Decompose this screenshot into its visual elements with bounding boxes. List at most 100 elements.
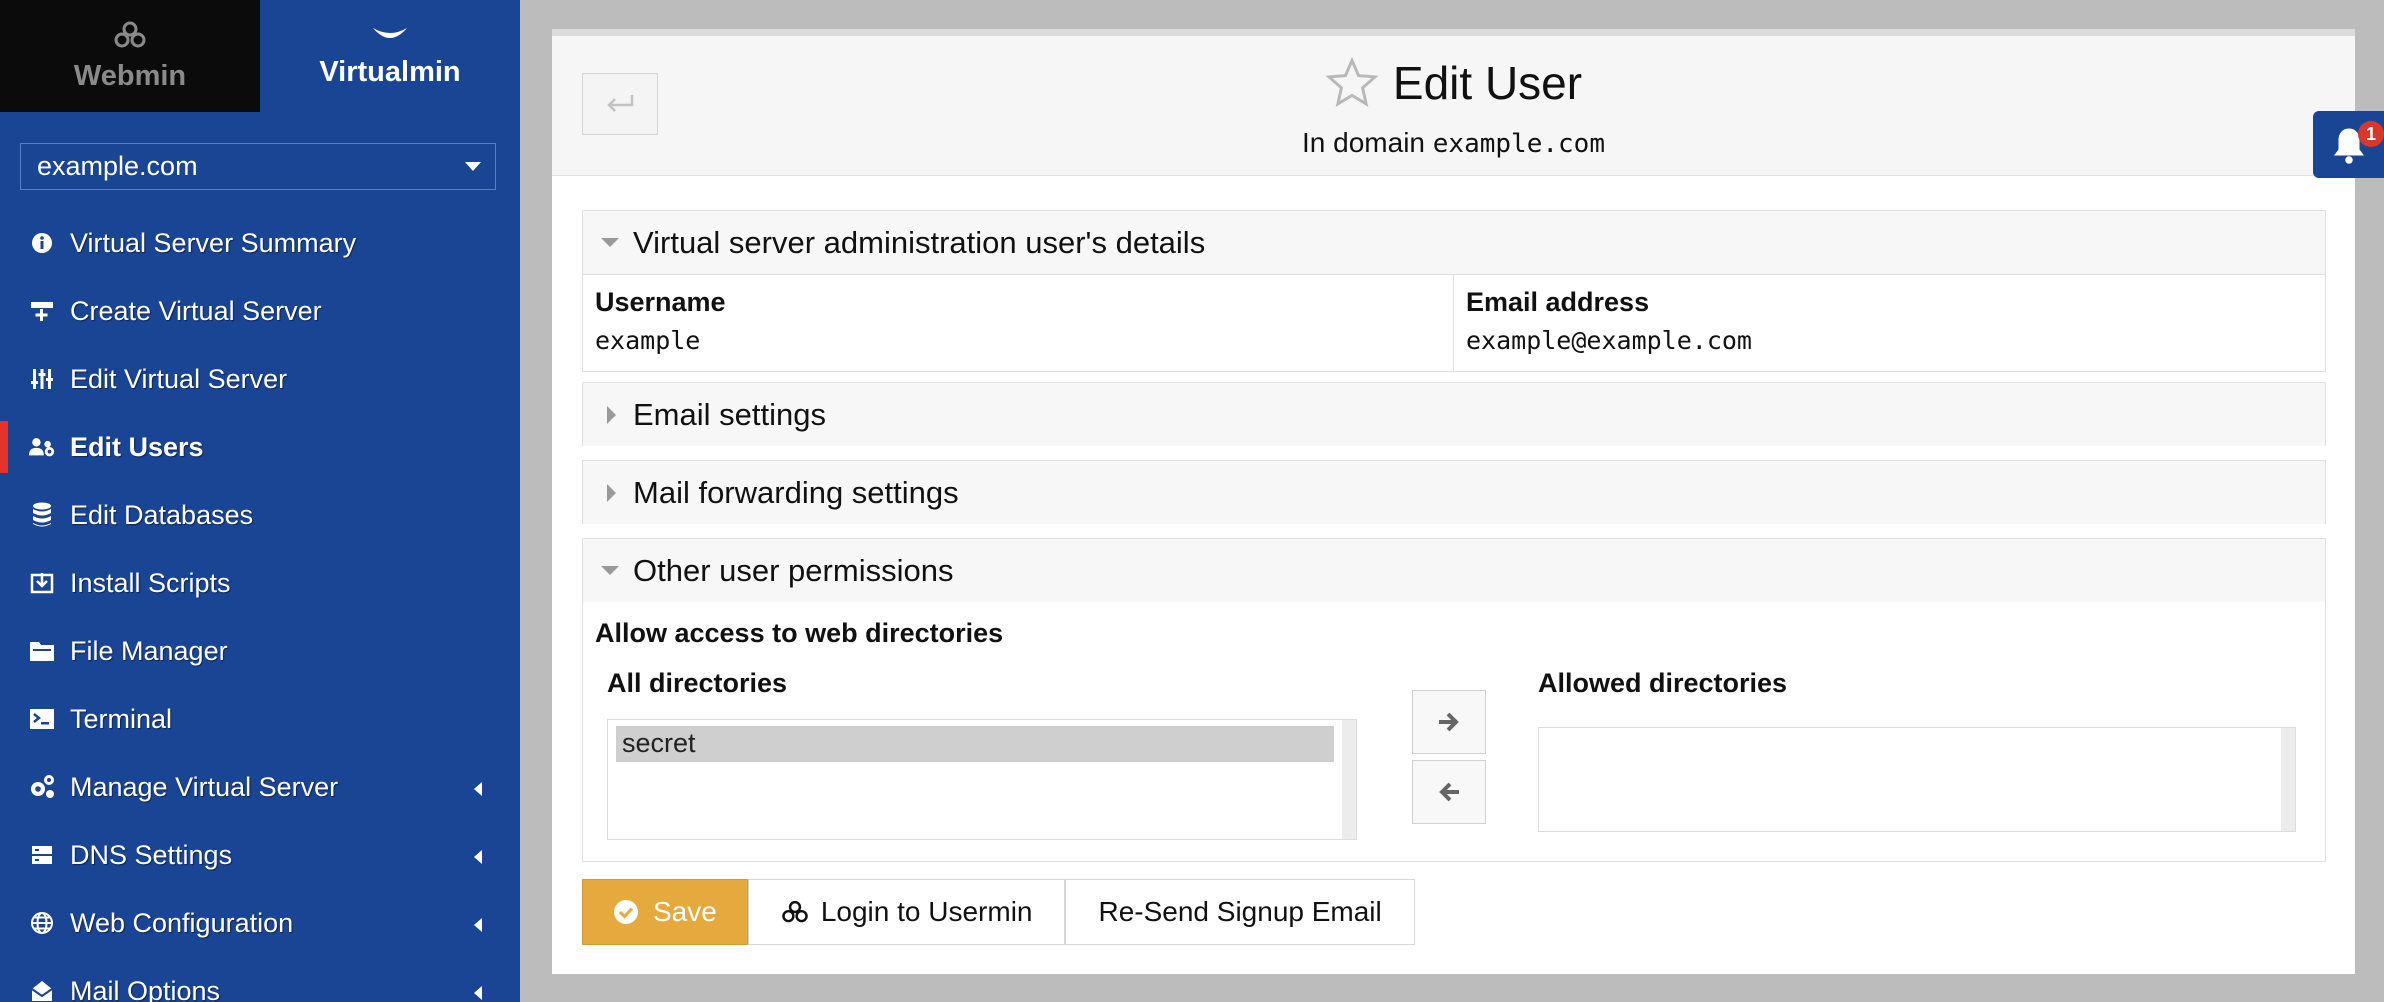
section-user-permissions: Other user permissions Allow access to w… bbox=[582, 538, 2326, 862]
section-user-details: Virtual server administration user's det… bbox=[582, 210, 2326, 372]
globe-icon bbox=[28, 909, 56, 937]
gears-icon bbox=[28, 773, 56, 801]
page-subtitle: In domain example.com bbox=[552, 127, 2355, 159]
sidebar-item-edit-users[interactable]: Edit Users bbox=[0, 413, 520, 481]
section-header-mail-forwarding[interactable]: Mail forwarding settings bbox=[583, 461, 2325, 524]
notification-count-badge: 1 bbox=[2358, 121, 2384, 147]
info-icon bbox=[28, 229, 56, 257]
title-row: Edit User bbox=[552, 56, 2355, 110]
subtitle-domain: example.com bbox=[1432, 129, 1605, 159]
username-cell: Username example bbox=[583, 275, 1454, 371]
resend-signup-button[interactable]: Re-Send Signup Email bbox=[1065, 879, 1415, 945]
folder-icon bbox=[28, 637, 56, 665]
allowed-dirs-list[interactable] bbox=[1538, 727, 2296, 832]
sidebar-item-label: Edit Virtual Server bbox=[70, 363, 288, 394]
subtitle-prefix: In domain bbox=[1302, 127, 1425, 158]
section-header-email-settings[interactable]: Email settings bbox=[583, 383, 2325, 446]
install-icon bbox=[28, 569, 56, 597]
username-value: example bbox=[595, 326, 701, 355]
save-label: Save bbox=[653, 896, 717, 927]
sidebar-item-label: Install Scripts bbox=[70, 567, 231, 598]
sidebar-item-label: Web Configuration bbox=[70, 907, 294, 938]
chevron-left-icon bbox=[474, 918, 482, 932]
sidebar-item-terminal[interactable]: Terminal bbox=[0, 685, 520, 753]
chevron-left-icon bbox=[474, 986, 482, 1000]
section-header-user-details[interactable]: Virtual server administration user's det… bbox=[583, 211, 2325, 274]
sidebar-item-label: Create Virtual Server bbox=[70, 295, 322, 326]
arrow-right-icon bbox=[1439, 712, 1459, 732]
sidebar-item-dns-settings[interactable]: DNS Settings bbox=[0, 821, 520, 889]
virtualmin-logo-icon bbox=[373, 27, 407, 38]
save-button[interactable]: Save bbox=[582, 879, 748, 945]
domain-select-value: example.com bbox=[37, 151, 198, 181]
notifications-button[interactable]: 1 bbox=[2313, 111, 2384, 178]
sidebar-item-manage-virtual-server[interactable]: Manage Virtual Server bbox=[0, 753, 520, 821]
chevron-left-icon bbox=[474, 782, 482, 796]
sidebar-item-label: File Manager bbox=[70, 635, 228, 666]
section-header-user-permissions[interactable]: Other user permissions bbox=[583, 539, 2325, 602]
arrow-left-icon bbox=[1439, 782, 1459, 802]
create-server-icon bbox=[28, 297, 56, 325]
caret-down-icon bbox=[601, 238, 619, 247]
caret-down-icon bbox=[601, 566, 619, 575]
sidebar-item-virtual-server-summary[interactable]: Virtual Server Summary bbox=[0, 209, 520, 277]
main-panel: Edit User In domain example.com Virtual … bbox=[552, 29, 2355, 974]
web-dirs-label: Allow access to web directories bbox=[595, 618, 1004, 648]
section-title: Email settings bbox=[633, 396, 826, 432]
sidebar-item-label: Edit Users bbox=[70, 431, 204, 462]
star-icon[interactable] bbox=[1325, 57, 1379, 109]
scrollbar[interactable] bbox=[1342, 720, 1356, 839]
section-title: Mail forwarding settings bbox=[633, 474, 959, 510]
scrollbar[interactable] bbox=[2281, 728, 2295, 831]
users-gear-icon bbox=[28, 433, 56, 461]
sidebar-item-mail-options[interactable]: Mail Options bbox=[0, 957, 520, 1002]
sidebar-item-label: Virtual Server Summary bbox=[70, 227, 357, 258]
sidebar-item-label: Mail Options bbox=[70, 975, 221, 1002]
tab-webmin[interactable]: Webmin bbox=[0, 0, 260, 112]
domain-select[interactable]: example.com bbox=[20, 143, 496, 190]
section-mail-forwarding: Mail forwarding settings bbox=[582, 460, 2326, 524]
move-left-button[interactable] bbox=[1412, 760, 1486, 824]
tab-virtualmin[interactable]: Virtualmin bbox=[260, 0, 520, 112]
server-icon bbox=[28, 841, 56, 869]
email-label: Email address bbox=[1466, 287, 1650, 317]
sidebar-nav: Virtual Server Summary Create Virtual Se… bbox=[0, 209, 520, 1002]
section-title: Other user permissions bbox=[633, 552, 954, 588]
login-usermin-label: Login to Usermin bbox=[820, 896, 1033, 927]
username-label: Username bbox=[595, 287, 726, 317]
usermin-logo-icon bbox=[782, 900, 808, 923]
sidebar: Webmin Virtualmin example.com Virtual Se… bbox=[0, 0, 520, 1002]
sidebar-item-edit-virtual-server[interactable]: Edit Virtual Server bbox=[0, 345, 520, 413]
sidebar-item-file-manager[interactable]: File Manager bbox=[0, 617, 520, 685]
all-dirs-list[interactable]: secret bbox=[607, 719, 1357, 840]
check-circle-icon bbox=[614, 900, 638, 924]
sidebar-item-web-configuration[interactable]: Web Configuration bbox=[0, 889, 520, 957]
webmin-logo-icon bbox=[114, 21, 146, 47]
page-header: Edit User In domain example.com bbox=[552, 36, 2355, 176]
product-switcher: Webmin Virtualmin bbox=[0, 0, 520, 112]
sidebar-item-label: Edit Databases bbox=[70, 499, 254, 530]
resend-signup-label: Re-Send Signup Email bbox=[1098, 896, 1382, 927]
all-dirs-label: All directories bbox=[607, 668, 788, 698]
email-cell: Email address example@example.com bbox=[1454, 275, 2325, 371]
section-title: Virtual server administration user's det… bbox=[633, 224, 1206, 260]
terminal-icon bbox=[28, 705, 56, 733]
dir-option-secret[interactable]: secret bbox=[616, 726, 1334, 762]
envelope-open-icon bbox=[28, 977, 56, 1002]
login-usermin-button[interactable]: Login to Usermin bbox=[747, 879, 1066, 945]
caret-right-icon bbox=[607, 484, 616, 502]
sidebar-item-install-scripts[interactable]: Install Scripts bbox=[0, 549, 520, 617]
form-buttons: Save Login to Usermin Re-Send Signup Ema… bbox=[582, 879, 1415, 945]
tab-virtualmin-label: Virtualmin bbox=[319, 55, 461, 88]
sliders-icon bbox=[28, 365, 56, 393]
sidebar-item-label: DNS Settings bbox=[70, 839, 233, 870]
email-value: example@example.com bbox=[1466, 326, 1752, 355]
sidebar-item-edit-databases[interactable]: Edit Databases bbox=[0, 481, 520, 549]
sidebar-item-label: Terminal bbox=[70, 703, 173, 734]
page-title: Edit User bbox=[1392, 57, 1583, 109]
section-email-settings: Email settings bbox=[582, 382, 2326, 446]
sidebar-item-create-virtual-server[interactable]: Create Virtual Server bbox=[0, 277, 520, 345]
chevron-left-icon bbox=[474, 850, 482, 864]
move-right-button[interactable] bbox=[1412, 690, 1486, 754]
database-icon bbox=[28, 501, 56, 529]
